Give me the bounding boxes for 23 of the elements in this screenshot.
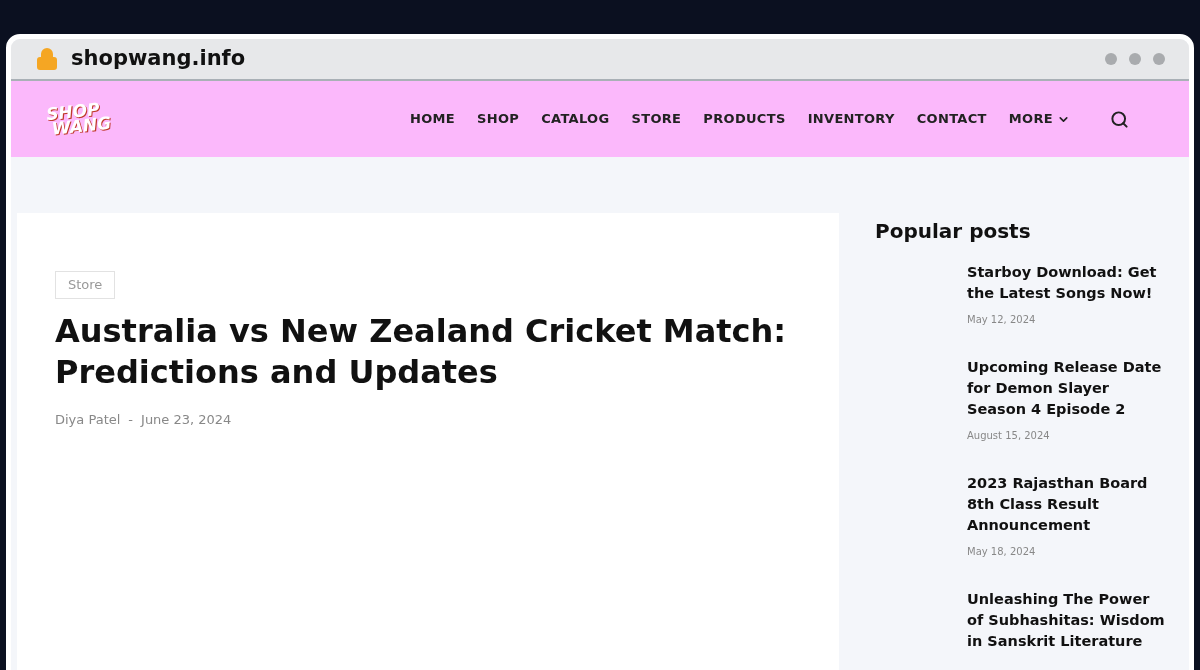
author-name[interactable]: Diya Patel [55, 409, 121, 430]
post-title[interactable]: Upcoming Release Date for Demon Slayer Season 4 Episode 2 [967, 357, 1165, 421]
nav-link[interactable]: HOME [409, 109, 456, 129]
nav-link[interactable]: INVENTORY [807, 109, 895, 129]
post-date: August 15, 2024 [967, 429, 1051, 444]
date-separator: - [128, 410, 134, 429]
post-title[interactable]: 2023 Rajasthan Board 8th Class Result Announcement [967, 473, 1165, 537]
post-title[interactable]: Starboy Download: Get the Latest Songs Now! [967, 262, 1165, 305]
post-date: June 23, 2024 [141, 410, 232, 429]
post-date: May 12, 2024 [967, 313, 1037, 328]
padlock-icon [35, 47, 59, 71]
article-title: Australia vs New Zealand Cricket Match: Predictions and Updates [55, 310, 788, 394]
nav-link[interactable]: STORE [631, 109, 682, 129]
nav-link[interactable]: SHOP [477, 109, 520, 129]
post-date: May 18, 2024 [967, 545, 1037, 560]
nav-link[interactable]: CONTACT [916, 109, 987, 129]
search-icon[interactable] [1110, 109, 1129, 129]
site-address[interactable]: shopwang.info [71, 43, 246, 75]
sidebar-heading: Popular posts [875, 218, 1032, 245]
nav-link[interactable]: MORE [1008, 109, 1070, 129]
post-title[interactable]: Unleashing The Power of Subhashitas: Wisdom in Sanskrit Literature [967, 589, 1165, 653]
nav-link[interactable]: PRODUCTS [703, 109, 786, 129]
nav-link[interactable]: CATALOG [541, 109, 610, 129]
